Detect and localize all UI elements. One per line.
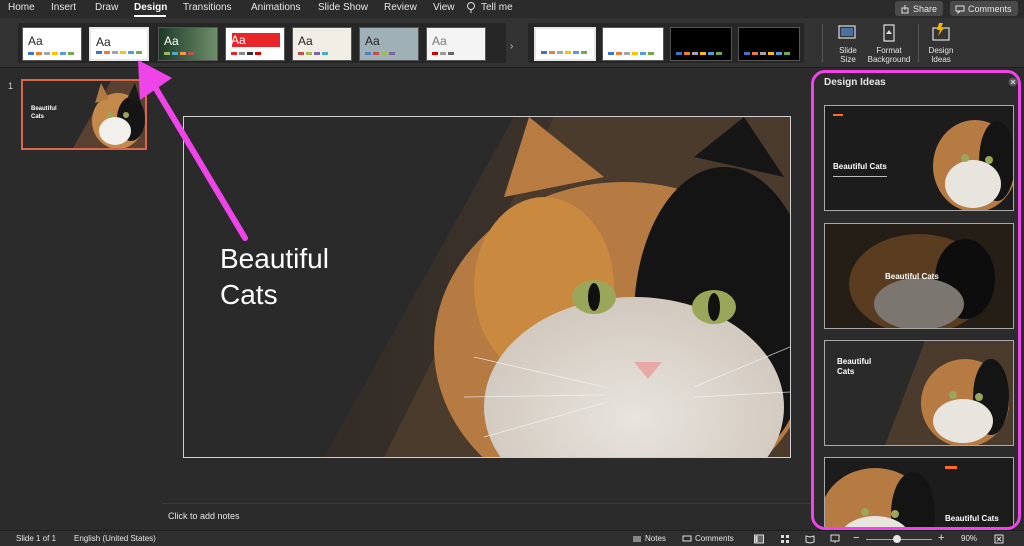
status-bar: Slide 1 of 1 English (United States) Not… xyxy=(0,530,1024,546)
zoom-in-button[interactable]: + xyxy=(938,532,944,544)
format-background-button[interactable]: Format Background xyxy=(865,22,913,64)
slide-title[interactable]: Beautiful Cats xyxy=(220,241,329,313)
theme-slate[interactable]: Aa xyxy=(359,27,419,61)
design-ideas-icon xyxy=(932,23,950,41)
ribbon-divider xyxy=(822,24,823,62)
theme-preview-text: Aa xyxy=(96,35,111,49)
idea-accent-bar xyxy=(945,466,957,469)
slide-thumbnail[interactable]: Beautiful Cats xyxy=(21,79,147,150)
notes-toggle[interactable]: Notes xyxy=(645,534,666,543)
format-background-icon xyxy=(883,24,895,42)
tab-draw[interactable]: Draw xyxy=(95,2,118,13)
notes-pane[interactable]: Click to add notes xyxy=(162,503,810,530)
idea-title: Beautiful Cats xyxy=(833,162,887,171)
design-idea-2[interactable]: Beautiful Cats xyxy=(824,223,1014,329)
share-icon xyxy=(901,4,909,13)
design-ideas-label: Design Ideas xyxy=(928,46,954,64)
comments-toggle[interactable]: Comments xyxy=(695,534,734,543)
comments-label: Comments xyxy=(968,3,1012,14)
tab-home[interactable]: Home xyxy=(8,2,35,13)
idea-title: Beautiful Cats xyxy=(885,272,939,281)
slide-size-icon xyxy=(838,25,856,39)
tab-design[interactable]: Design xyxy=(134,2,167,13)
ribbon-divider xyxy=(918,24,919,62)
zoom-slider-handle[interactable] xyxy=(893,535,901,543)
comment-icon[interactable] xyxy=(682,534,692,544)
design-idea-1[interactable]: Beautiful Cats xyxy=(824,105,1014,211)
slide-canvas[interactable]: Beautiful Cats xyxy=(183,116,791,458)
slide-count: Slide 1 of 1 xyxy=(16,534,57,543)
normal-view-icon[interactable] xyxy=(754,534,764,544)
comments-button[interactable]: Comments xyxy=(950,1,1018,16)
share-button[interactable]: Share xyxy=(895,1,943,16)
format-background-label: Format Background xyxy=(867,46,911,64)
theme-preview-text: Aa xyxy=(298,34,313,48)
slide-thumbnails-panel: 1 Beautiful Cats xyxy=(0,69,162,530)
chevron-right-icon[interactable]: › xyxy=(510,41,513,52)
thumbnail-title: Beautiful Cats xyxy=(31,106,57,120)
idea-cat-image xyxy=(825,106,1013,210)
slide-number: 1 xyxy=(8,81,14,91)
theme-preview-text: Aa xyxy=(164,34,179,48)
idea-accent-bar xyxy=(833,114,843,116)
theme-preview-text: Aa xyxy=(432,34,447,48)
notes-icon[interactable] xyxy=(632,534,642,544)
design-ideas-button[interactable]: Design Ideas xyxy=(925,22,957,64)
slide-sorter-icon[interactable] xyxy=(780,534,790,544)
fit-to-window-icon[interactable] xyxy=(994,534,1004,544)
slide-size-label: Slide Size xyxy=(839,46,857,64)
ribbon-tab-bar: Home Insert Draw Design Transitions Anim… xyxy=(0,0,1024,18)
variant-1[interactable] xyxy=(534,27,596,61)
lightbulb-icon[interactable] xyxy=(466,1,476,15)
tab-view[interactable]: View xyxy=(433,2,455,13)
slideshow-icon[interactable] xyxy=(830,534,840,544)
theme-wood-type[interactable]: Aa xyxy=(426,27,486,61)
variants-gallery xyxy=(528,23,804,63)
zoom-out-button[interactable]: − xyxy=(853,532,859,544)
tab-slide-show[interactable]: Slide Show xyxy=(318,2,368,13)
variant-3[interactable] xyxy=(670,27,732,61)
design-ideas-pane: Design Ideas Beautiful Cats Beautiful Ca… xyxy=(811,70,1021,530)
design-ribbon: Aa Aa Aa Aa Aa Aa Aa › Slide Size Format… xyxy=(0,18,1024,68)
tab-review[interactable]: Review xyxy=(384,2,417,13)
theme-preview-text: Aa xyxy=(231,33,246,47)
tab-insert[interactable]: Insert xyxy=(51,2,76,13)
active-tab-indicator xyxy=(134,15,166,17)
theme-beige[interactable]: Aa xyxy=(292,27,352,61)
themes-gallery: Aa Aa Aa Aa Aa Aa Aa › xyxy=(18,23,513,63)
theme-preview-text: Aa xyxy=(28,34,43,48)
tell-me-search[interactable]: Tell me xyxy=(481,2,513,13)
close-icon[interactable] xyxy=(1008,77,1018,87)
share-label: Share xyxy=(913,3,938,14)
theme-office[interactable]: Aa xyxy=(22,27,82,61)
zoom-level[interactable]: 90% xyxy=(961,534,977,543)
theme-red[interactable]: Aa xyxy=(225,27,285,61)
idea-title: Beautiful Cats xyxy=(945,514,999,523)
theme-office-selected[interactable]: Aa xyxy=(89,27,149,61)
theme-green[interactable]: Aa xyxy=(158,27,218,61)
comment-icon xyxy=(955,5,965,14)
tab-transitions[interactable]: Transitions xyxy=(183,2,232,13)
language-indicator[interactable]: English (United States) xyxy=(74,534,156,543)
design-idea-3[interactable]: Beautiful Cats xyxy=(824,340,1014,446)
theme-preview-text: Aa xyxy=(365,34,380,48)
design-ideas-title: Design Ideas xyxy=(824,77,886,88)
idea-underline xyxy=(833,176,887,177)
powerpoint-window: Home Insert Draw Design Transitions Anim… xyxy=(0,0,1024,546)
tab-animations[interactable]: Animations xyxy=(251,2,300,13)
variant-2[interactable] xyxy=(602,27,664,61)
reading-view-icon[interactable] xyxy=(805,534,815,544)
variant-4[interactable] xyxy=(738,27,800,61)
notes-placeholder[interactable]: Click to add notes xyxy=(168,511,240,521)
idea-title: Beautiful Cats xyxy=(837,357,872,376)
slide-size-button[interactable]: Slide Size xyxy=(834,22,862,64)
design-idea-4[interactable]: Beautiful Cats xyxy=(824,457,1014,527)
